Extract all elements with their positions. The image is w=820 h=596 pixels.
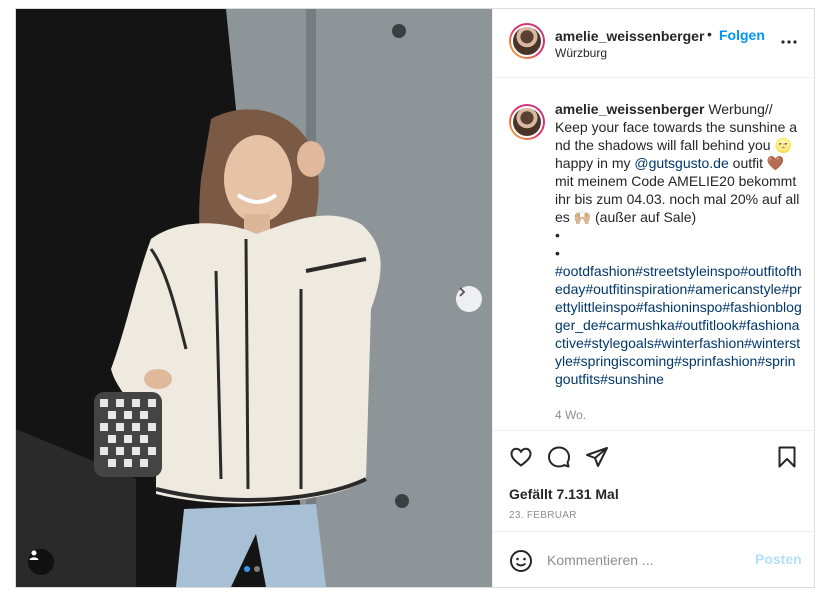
caption-line-3b: outfit 🤎 (728, 155, 785, 171)
post-header: amelie_weissenberger • Folgen Würzburg (493, 9, 815, 78)
post-comment-button[interactable]: Posten (755, 551, 802, 567)
post-photo[interactable] (16, 9, 492, 587)
post-date: 23. FEBRUAR (509, 510, 577, 521)
instagram-post: amelie_weissenberger • Folgen Würzburg a… (15, 8, 815, 588)
comment-bar: Posten (493, 531, 815, 588)
caption-line-1: Werbung// (708, 101, 773, 117)
comment-icon[interactable] (547, 445, 571, 474)
action-bar (493, 430, 815, 491)
next-image-button[interactable] (456, 286, 482, 312)
caption-text: amelie_weissenberger Werbung// Keep your… (555, 100, 803, 388)
bookmark-icon[interactable] (775, 445, 799, 474)
caption-bullet-2: • (555, 245, 560, 261)
photo-illustration (16, 9, 492, 587)
header-separator: • (707, 26, 712, 42)
comment-input[interactable] (545, 548, 749, 572)
heart-icon[interactable] (509, 445, 533, 474)
caption-bullet-1: • (555, 227, 560, 243)
tagged-users-button[interactable] (28, 549, 54, 575)
caption-timestamp: 4 Wo. (555, 408, 587, 422)
mention-link[interactable]: @gutsgusto.de (634, 155, 728, 171)
caption-area: amelie_weissenberger Werbung// Keep your… (493, 78, 815, 430)
more-dots-icon[interactable] (781, 31, 797, 49)
caption-line-4: mit meinem Code AMELIE20 bekommt ihr bis… (555, 173, 800, 225)
carousel-dot-1 (244, 566, 250, 572)
paper-plane-icon[interactable] (585, 445, 609, 474)
avatar[interactable] (509, 23, 545, 59)
post-side-panel: amelie_weissenberger • Folgen Würzburg a… (492, 9, 815, 587)
emoji-icon[interactable] (509, 549, 533, 578)
location-link[interactable]: Würzburg (555, 46, 607, 60)
header-username[interactable]: amelie_weissenberger (555, 28, 704, 44)
caption-username[interactable]: amelie_weissenberger (555, 101, 704, 117)
caption-line-3a: happy in my (555, 155, 635, 171)
like-count[interactable]: Gefällt 7.131 Mal (509, 486, 619, 502)
carousel-dot-2 (254, 566, 260, 572)
caption-line-2: Keep your face towards the sunshine and … (555, 119, 798, 153)
caption-avatar[interactable] (509, 104, 545, 140)
follow-button[interactable]: Folgen (719, 27, 765, 43)
hashtag-list[interactable]: #ootdfashion#streetstyleinspo#outfitofth… (555, 262, 803, 388)
carousel-indicator (244, 566, 260, 572)
